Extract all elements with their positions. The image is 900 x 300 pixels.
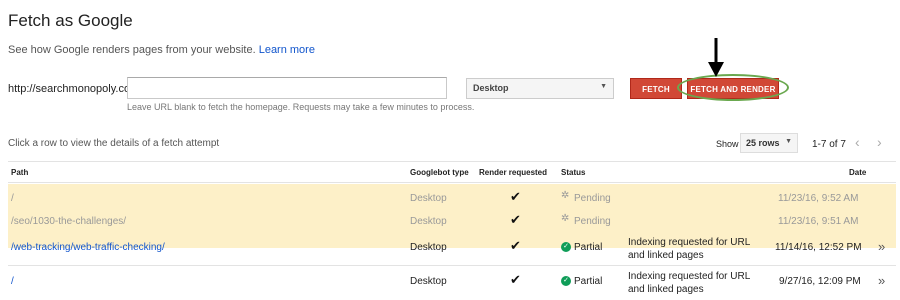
row-status: Partial — [574, 242, 603, 253]
row-status: Pending — [574, 216, 611, 227]
column-header-path: Path — [11, 168, 29, 177]
divider — [8, 265, 896, 266]
row-googlebot-type: Desktop — [410, 276, 447, 287]
column-header-status: Status — [561, 168, 586, 177]
row-status-detail: Indexing requested for URL and linked pa… — [628, 271, 750, 295]
rows-per-page-select[interactable]: 25 rows ▼ — [740, 133, 798, 153]
device-select[interactable]: Desktop ▼ — [466, 78, 614, 99]
chevron-down-icon: ▼ — [600, 83, 607, 90]
fetch-and-render-button[interactable]: FETCH AND RENDER — [687, 78, 779, 99]
spinner-icon: ✲ — [561, 190, 570, 201]
fetch-button[interactable]: FETCH — [630, 78, 682, 99]
table-row[interactable]: /web-tracking/web-traffic-checking/ Desk… — [8, 234, 896, 266]
row-date: 11/23/16, 9:51 AM — [778, 216, 859, 227]
row-googlebot-type: Desktop — [410, 216, 447, 227]
checkmark-icon: ✔ — [510, 272, 521, 287]
page-subtitle: See how Google renders pages from your w… — [8, 44, 315, 56]
divider — [8, 182, 896, 183]
double-chevron-right-icon[interactable]: » — [878, 273, 885, 288]
row-status-detail: Indexing requested for URL and linked pa… — [628, 237, 750, 261]
spinner-icon: ✲ — [561, 213, 570, 224]
url-path-input[interactable] — [127, 77, 447, 99]
device-select-value: Desktop — [473, 83, 509, 93]
column-header-googlebot-type: Googlebot type — [410, 168, 469, 177]
url-hint: Leave URL blank to fetch the homepage. R… — [127, 102, 475, 112]
pagination-range: 1-7 of 7 — [812, 139, 846, 150]
checkmark-icon: ✔ — [510, 189, 521, 204]
row-googlebot-type: Desktop — [410, 242, 447, 253]
rows-per-page-value: 25 rows — [746, 138, 780, 148]
table-row[interactable]: / Desktop ✔ ✓ Partial Indexing requested… — [8, 267, 896, 299]
page-title: Fetch as Google — [8, 11, 133, 30]
chevron-down-icon: ▼ — [785, 138, 792, 145]
subtitle-text: See how Google renders pages from your w… — [8, 44, 256, 56]
row-date: 9/27/16, 12:09 PM — [779, 276, 861, 287]
next-page-button[interactable]: › — [877, 134, 882, 150]
column-header-render-requested: Render requested — [479, 168, 548, 177]
check-circle-icon: ✓ — [561, 276, 571, 287]
row-path: /seo/1030-the-challenges/ — [11, 216, 127, 227]
row-googlebot-type: Desktop — [410, 193, 447, 204]
double-chevron-right-icon[interactable]: » — [878, 239, 885, 254]
row-click-hint: Click a row to view the details of a fet… — [8, 138, 220, 149]
checkmark-icon: ✔ — [510, 238, 521, 253]
divider — [8, 161, 896, 162]
previous-page-button[interactable]: ‹ — [855, 134, 860, 150]
learn-more-link[interactable]: Learn more — [259, 44, 315, 56]
row-date: 11/14/16, 12:52 PM — [775, 242, 862, 253]
column-header-date: Date — [849, 168, 867, 177]
row-path[interactable]: / — [11, 276, 14, 287]
annotation-arrow-icon — [708, 38, 724, 77]
row-path[interactable]: /web-tracking/web-traffic-checking/ — [11, 242, 165, 253]
row-status: Pending — [574, 193, 611, 204]
url-prefix: http://searchmonopoly.com/ — [8, 83, 143, 95]
checkmark-icon: ✔ — [510, 212, 521, 227]
row-path: / — [11, 193, 14, 204]
check-circle-icon: ✓ — [561, 242, 571, 253]
row-status: Partial — [574, 276, 603, 287]
table-row[interactable]: / Desktop ✔ ✲ Pending 11/23/16, 9:52 AM — [8, 184, 896, 216]
row-date: 11/23/16, 9:52 AM — [778, 193, 859, 204]
show-label: Show — [716, 139, 739, 149]
